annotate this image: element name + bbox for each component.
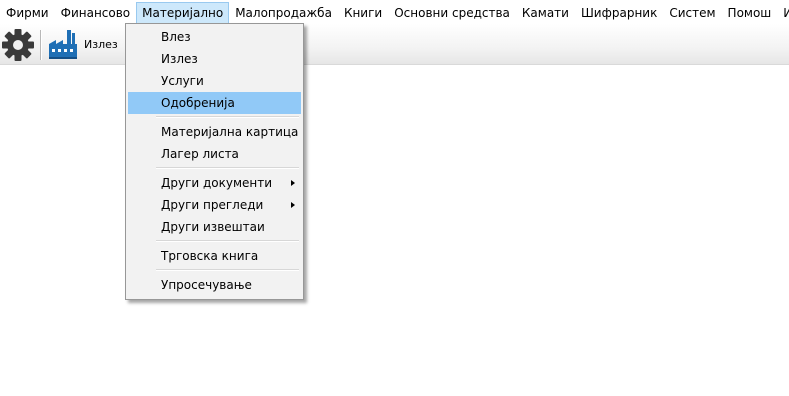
menu-bar: Фирми Финансово Материјално Малопродажба…	[0, 0, 789, 24]
menu-item-uprosecuvanje[interactable]: Упросечување	[128, 274, 301, 296]
menu-item-drugi-dokumenti[interactable]: Други документи	[128, 172, 301, 194]
menu-item-label: Други прегледи	[161, 198, 264, 212]
menu-osnovni-sredstva[interactable]: Основни средства	[388, 2, 516, 24]
toolbar-separator	[40, 30, 42, 60]
menu-separator	[156, 167, 299, 169]
menu-item-drugi-pregledi[interactable]: Други прегледи	[128, 194, 301, 216]
menu-materijalno[interactable]: Материјално	[136, 1, 230, 24]
submenu-arrow-icon	[291, 180, 295, 186]
exit-toolbar-label: Излез	[84, 37, 118, 51]
menu-sistem[interactable]: Систем	[663, 2, 721, 24]
submenu-arrow-icon	[291, 202, 295, 208]
menu-item-drugi-izvestai[interactable]: Други извештаи	[128, 216, 301, 238]
menu-sifrarnik[interactable]: Шифрарник	[575, 2, 663, 24]
menu-item-materijalna-kartica[interactable]: Материјална картица	[128, 121, 301, 143]
toolbar: Излез	[0, 24, 789, 65]
menu-separator	[156, 116, 299, 118]
factory-icon	[49, 30, 77, 59]
menu-item-label: Други документи	[161, 176, 273, 190]
menu-item-izlez[interactable]: Излез	[128, 48, 301, 70]
settings-button[interactable]	[0, 28, 36, 62]
menu-item-odobrenija[interactable]: Одобренија	[128, 92, 301, 114]
menu-item-trgovska-kniga[interactable]: Трговска книга	[128, 245, 301, 267]
menu-firmi[interactable]: Фирми	[0, 2, 55, 24]
menu-item-vlez[interactable]: Влез	[128, 26, 301, 48]
menu-maloprodazba[interactable]: Малопродажба	[229, 2, 338, 24]
menu-kamati[interactable]: Камати	[516, 2, 575, 24]
menu-separator	[156, 240, 299, 242]
materijalno-dropdown-menu: Влез Излез Услуги Одобренија Материјална…	[125, 23, 304, 300]
menu-item-lager-lista[interactable]: Лагер листа	[128, 143, 301, 165]
exit-toolbar-button[interactable]: Излез	[47, 27, 118, 61]
menu-finansovo[interactable]: Финансово	[55, 2, 137, 24]
menu-knigi[interactable]: Книги	[338, 2, 388, 24]
menu-item-uslugi[interactable]: Услуги	[128, 70, 301, 92]
menu-pomos[interactable]: Помош	[722, 2, 778, 24]
menu-izlez[interactable]: Излез	[777, 2, 789, 24]
gear-icon	[2, 29, 34, 61]
menu-separator	[156, 269, 299, 271]
